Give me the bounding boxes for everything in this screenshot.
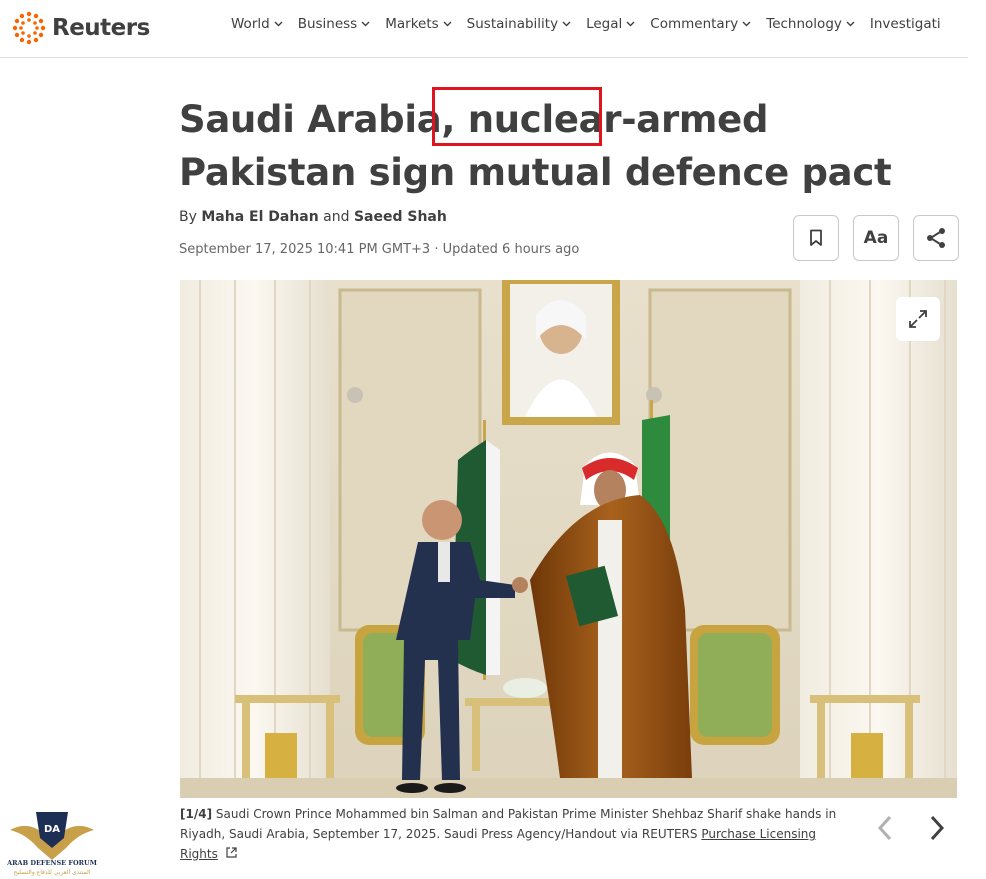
external-link-icon bbox=[226, 847, 237, 858]
chevron-down-icon bbox=[562, 21, 571, 27]
nav-label: Sustainability bbox=[466, 16, 559, 32]
reuters-logo[interactable]: Reuters bbox=[12, 10, 150, 46]
nav-markets[interactable]: Markets bbox=[385, 16, 452, 32]
nav-business[interactable]: Business bbox=[298, 16, 371, 32]
svg-text:المنتدى العربي للدفاع والتسليح: المنتدى العربي للدفاع والتسليح bbox=[14, 869, 91, 876]
photo-counter: [1/4] bbox=[180, 807, 213, 821]
nav-label: Investigati bbox=[869, 16, 940, 32]
svg-text:ARAB DEFENSE FORUM: ARAB DEFENSE FORUM bbox=[6, 859, 97, 867]
reuters-logo-icon bbox=[12, 11, 46, 45]
chevron-down-icon bbox=[626, 21, 635, 27]
byline: By Maha El Dahan and Saeed Shah bbox=[179, 209, 447, 225]
bookmark-icon bbox=[810, 229, 822, 246]
bookmark-button[interactable] bbox=[793, 215, 839, 261]
nav-technology[interactable]: Technology bbox=[766, 16, 855, 32]
text-size-label: Aa bbox=[863, 228, 889, 248]
author-link-1[interactable]: Maha El Dahan bbox=[201, 209, 318, 225]
chevron-down-icon bbox=[742, 21, 751, 27]
chevron-down-icon bbox=[443, 21, 452, 27]
article-headline: Saudi Arabia, nuclear-armed Pakistan sig… bbox=[179, 98, 892, 194]
author-link-2[interactable]: Saeed Shah bbox=[354, 209, 447, 225]
logo-wordmark: Reuters bbox=[52, 15, 150, 41]
expand-icon bbox=[909, 310, 927, 328]
expand-button[interactable] bbox=[896, 297, 940, 341]
next-photo-button[interactable] bbox=[924, 812, 950, 844]
svg-text:DA: DA bbox=[44, 824, 60, 835]
byline-prefix: By bbox=[179, 209, 197, 225]
nav-legal[interactable]: Legal bbox=[586, 16, 635, 32]
article-lead-photo[interactable] bbox=[180, 280, 957, 798]
photo-carousel-nav bbox=[872, 812, 950, 844]
share-icon bbox=[927, 228, 945, 248]
photo-caption: [1/4] Saudi Crown Prince Mohammed bin Sa… bbox=[180, 804, 840, 864]
nav-sustainability[interactable]: Sustainability bbox=[467, 16, 571, 32]
nav-label: Legal bbox=[586, 16, 623, 32]
nav-investigations[interactable]: Investigati bbox=[870, 16, 940, 32]
chevron-left-icon bbox=[877, 815, 892, 841]
nav-commentary[interactable]: Commentary bbox=[650, 16, 751, 32]
chevron-down-icon bbox=[274, 21, 283, 27]
previous-photo-button[interactable] bbox=[872, 812, 898, 844]
photo-illustration bbox=[180, 280, 957, 798]
chevron-down-icon bbox=[361, 21, 370, 27]
nav-label: Markets bbox=[385, 16, 439, 32]
article-tools: Aa bbox=[793, 215, 959, 261]
nav-label: Commentary bbox=[650, 16, 739, 32]
chevron-down-icon bbox=[846, 21, 855, 27]
nav-world[interactable]: World bbox=[231, 16, 283, 32]
nav-label: Technology bbox=[766, 16, 842, 32]
share-button[interactable] bbox=[913, 215, 959, 261]
byline-and: and bbox=[323, 209, 350, 225]
text-size-button[interactable]: Aa bbox=[853, 215, 899, 261]
nav-label: World bbox=[231, 16, 270, 32]
nav-label: Business bbox=[297, 16, 358, 32]
top-bar: Reuters World Business Markets Sustainab… bbox=[0, 0, 968, 58]
watermark-logo-icon: DA ARAB DEFENSE FORUM المنتدى العربي للد… bbox=[6, 812, 97, 876]
chevron-right-icon bbox=[930, 815, 945, 841]
arab-defense-forum-watermark: DA ARAB DEFENSE FORUM المنتدى العربي للد… bbox=[4, 808, 100, 878]
main-nav: World Business Markets Sustainability Le… bbox=[231, 16, 955, 32]
article-dateline: September 17, 2025 10:41 PM GMT+3 · Upda… bbox=[179, 242, 580, 257]
